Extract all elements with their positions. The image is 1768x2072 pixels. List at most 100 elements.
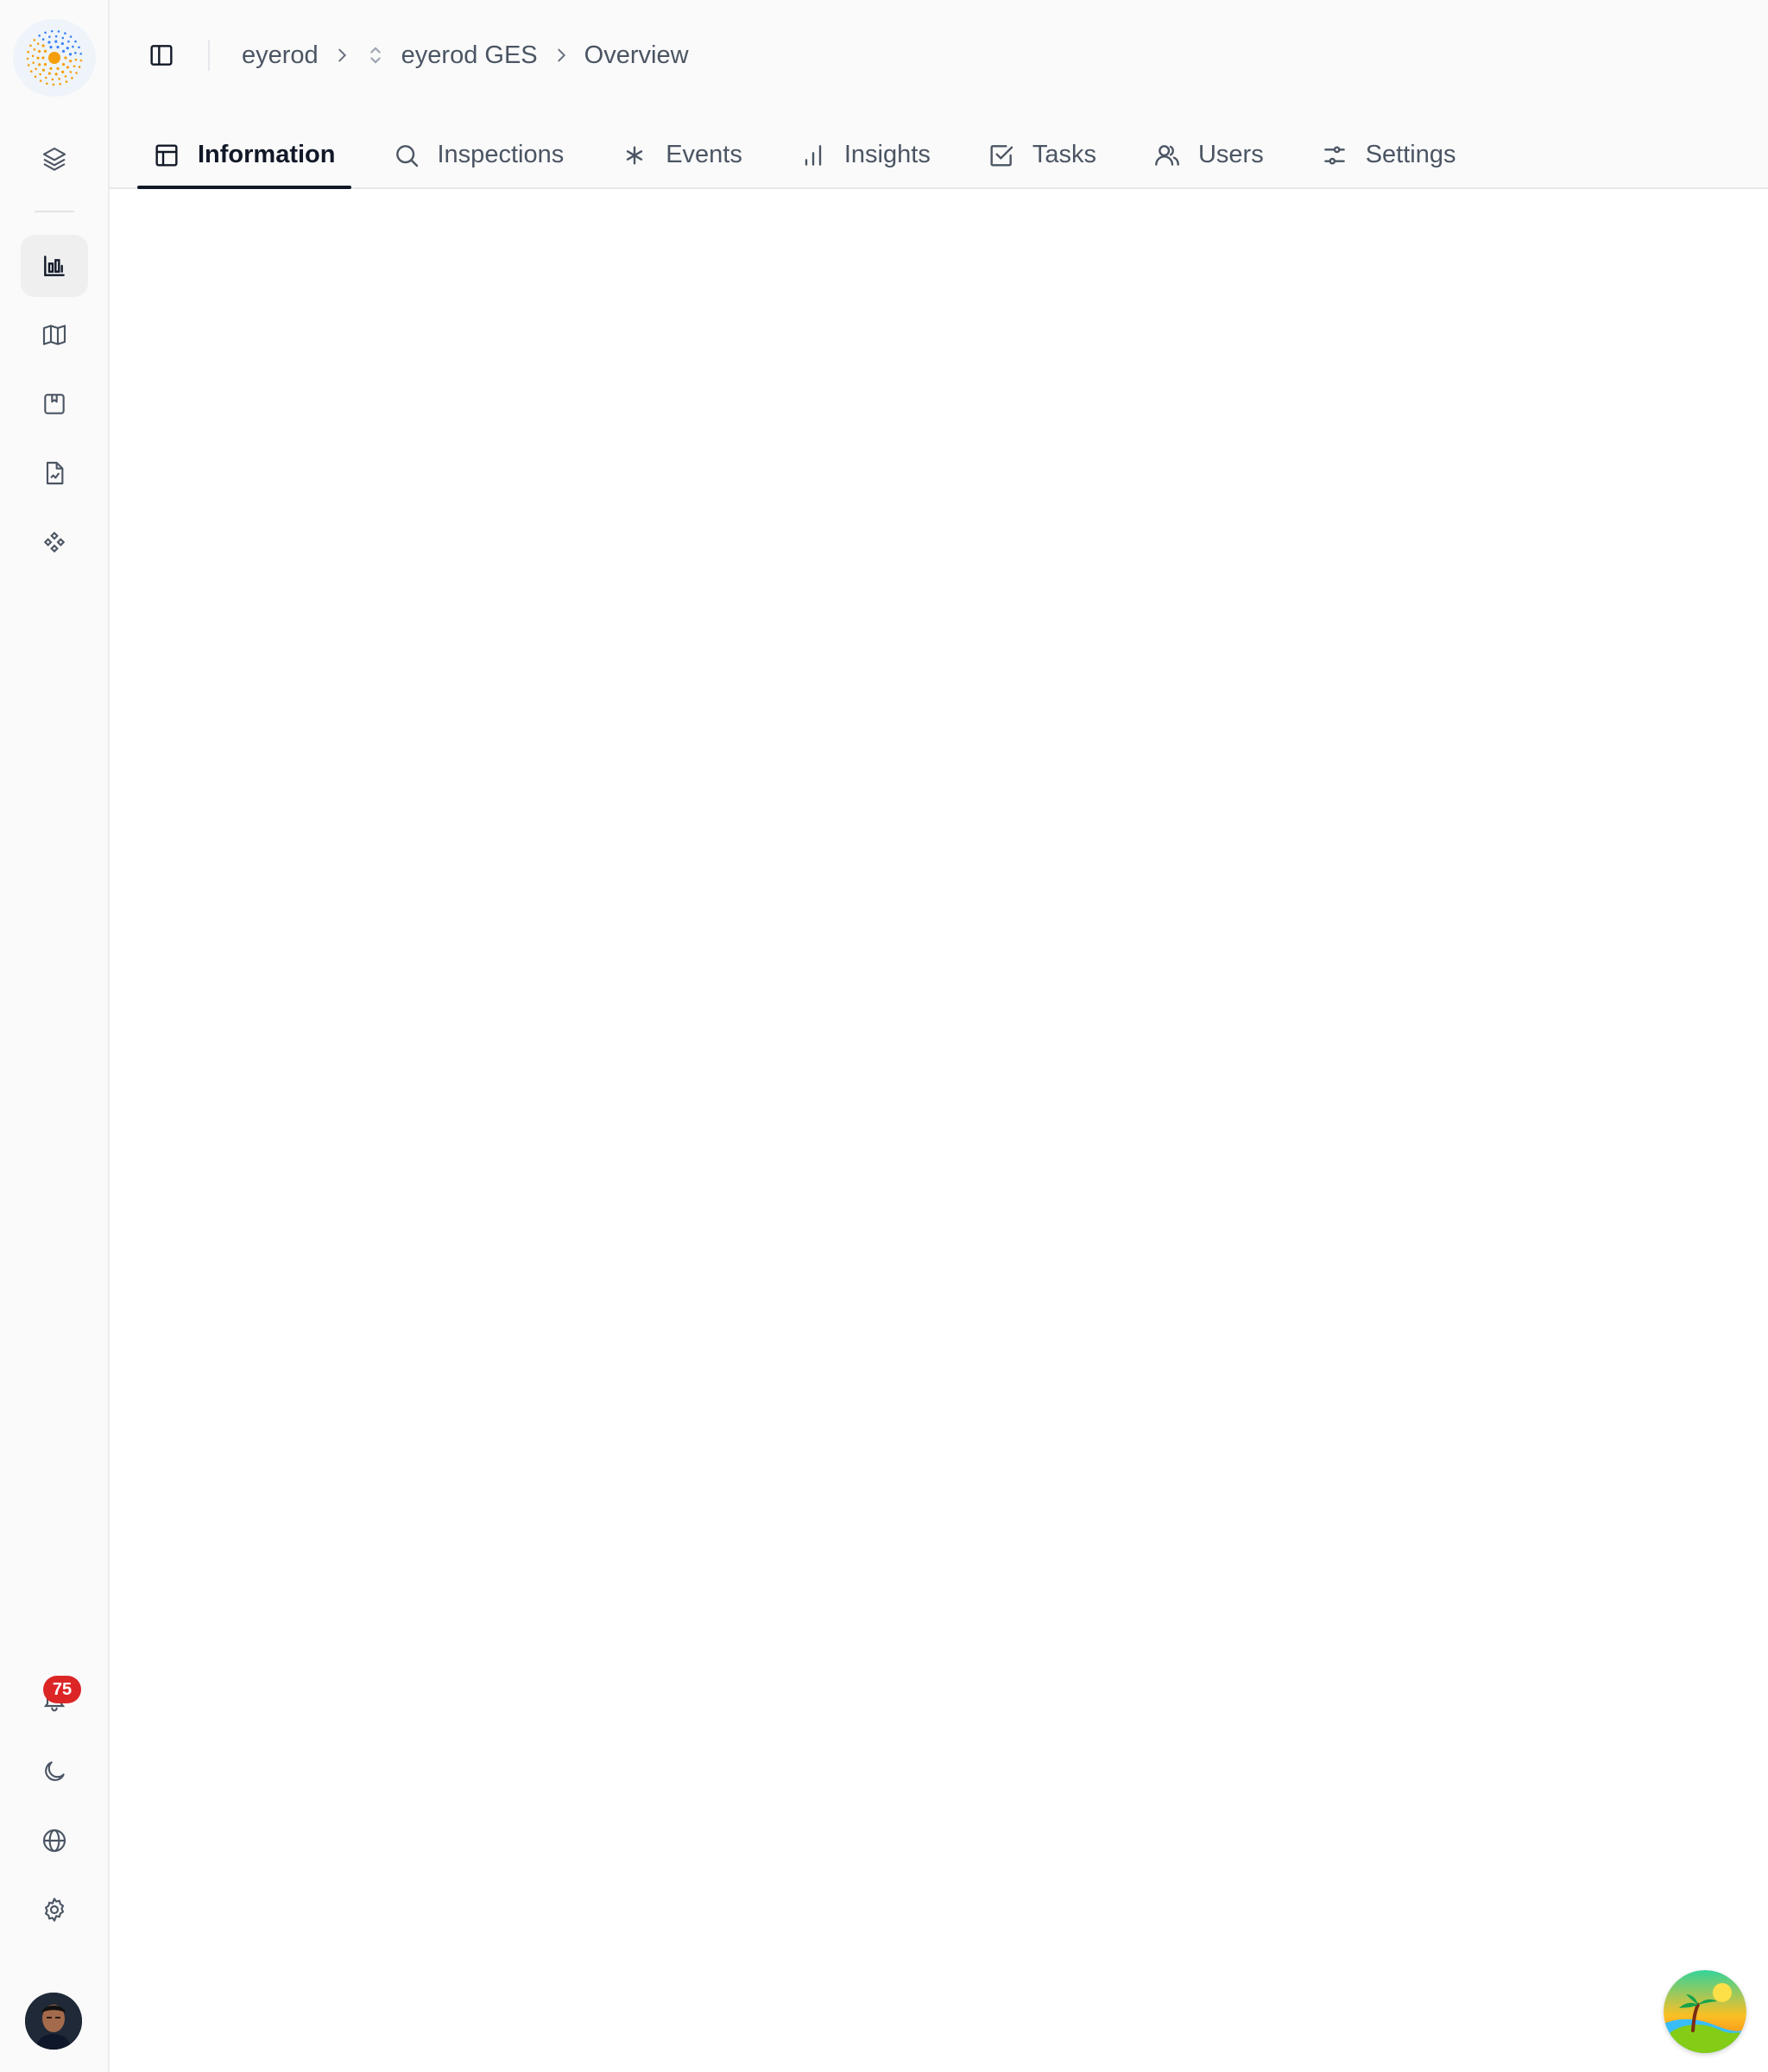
sliders-icon bbox=[1323, 145, 1345, 165]
breadcrumb-site-link[interactable]: eyerod GES bbox=[398, 41, 541, 70]
tab-events[interactable]: Events bbox=[605, 121, 758, 189]
logo-dot bbox=[74, 40, 77, 43]
tab-information[interactable]: Information bbox=[137, 121, 351, 189]
logo-dot bbox=[37, 49, 41, 54]
tab-inspections[interactable]: Inspections bbox=[377, 121, 580, 189]
logo-dot bbox=[50, 29, 54, 33]
logo-dot bbox=[34, 75, 37, 79]
rail-theme-button[interactable] bbox=[21, 1740, 88, 1803]
rail-reports-button[interactable] bbox=[21, 373, 88, 435]
logo-dot bbox=[31, 54, 35, 58]
logo-dot bbox=[26, 57, 29, 60]
signal-bars-icon bbox=[805, 144, 822, 166]
logo-dot bbox=[49, 66, 53, 70]
brand-logo[interactable] bbox=[13, 19, 96, 97]
assistant-fab-button[interactable] bbox=[1664, 1970, 1746, 2053]
map-icon bbox=[42, 325, 66, 345]
chevron-right-icon bbox=[322, 46, 362, 65]
logo-dot bbox=[64, 32, 66, 35]
tab-bar: Information Inspections Events Insights bbox=[137, 121, 1498, 189]
rail-language-button[interactable] bbox=[21, 1810, 88, 1872]
bookmark-box-icon bbox=[44, 394, 65, 414]
logo-dot bbox=[38, 35, 41, 37]
logo-dot bbox=[66, 66, 70, 69]
logo-dot bbox=[27, 64, 30, 66]
logo-dot bbox=[36, 42, 40, 45]
logo-dot bbox=[54, 40, 58, 43]
logo-dot bbox=[79, 52, 82, 55]
avatar-image bbox=[25, 1993, 82, 2050]
tab-label: Users bbox=[1197, 141, 1264, 168]
logo-dot bbox=[35, 67, 37, 71]
logo-dot bbox=[54, 35, 58, 38]
logo-dot bbox=[51, 78, 54, 81]
logo-dot bbox=[60, 41, 64, 46]
logo-dot bbox=[61, 49, 66, 53]
panel-left-icon bbox=[150, 45, 173, 66]
tab-label: Settings bbox=[1365, 141, 1456, 168]
rail-layers-button[interactable] bbox=[21, 128, 88, 190]
logo-dot bbox=[39, 79, 42, 82]
breadcrumb-org-link[interactable]: eyerod bbox=[238, 41, 322, 70]
checkbox-icon bbox=[990, 144, 1013, 167]
rail-settings-button[interactable] bbox=[21, 1879, 88, 1941]
logo-dot bbox=[75, 72, 78, 74]
bar-chart-icon bbox=[44, 256, 65, 276]
logo-dot bbox=[32, 61, 35, 64]
logo-dot bbox=[48, 35, 51, 38]
logo-dot bbox=[43, 49, 47, 53]
rail-dashboard-button[interactable] bbox=[21, 235, 88, 297]
logo-dot bbox=[49, 46, 53, 49]
tab-label: Information bbox=[198, 141, 336, 168]
logo-dot bbox=[29, 44, 32, 47]
search-icon bbox=[395, 144, 418, 167]
logo-dot bbox=[27, 50, 30, 54]
logo-dot bbox=[44, 76, 47, 79]
user-avatar[interactable] bbox=[25, 1993, 82, 2050]
chevron-right-icon bbox=[541, 46, 581, 65]
tab-users[interactable]: Users bbox=[1138, 121, 1279, 189]
tab-label: Inspections bbox=[437, 141, 565, 168]
tab-label: Insights bbox=[843, 141, 931, 168]
sidebar-toggle-button[interactable] bbox=[148, 38, 175, 73]
logo-dot bbox=[69, 60, 73, 63]
logo-dot bbox=[45, 82, 48, 85]
logo-dot bbox=[64, 56, 67, 60]
logo-dot bbox=[69, 71, 73, 73]
logo-dot bbox=[47, 72, 51, 75]
tab-insights[interactable]: Insights bbox=[784, 121, 946, 189]
tab-label: Tasks bbox=[1032, 141, 1096, 168]
logo-dot bbox=[71, 77, 73, 79]
breadcrumb-current-page: Overview bbox=[584, 41, 689, 69]
logo-dot bbox=[44, 31, 47, 35]
logo-dot bbox=[41, 56, 45, 60]
tab-settings[interactable]: Settings bbox=[1305, 121, 1472, 189]
logo-dot bbox=[61, 36, 65, 40]
logo-dot bbox=[36, 56, 40, 60]
logo-dot bbox=[43, 63, 47, 66]
logo-dot bbox=[41, 68, 46, 72]
logo-dot bbox=[57, 30, 60, 33]
users-icon bbox=[1155, 144, 1179, 166]
rail-analytics-button[interactable] bbox=[21, 442, 88, 504]
logo-dot bbox=[65, 80, 68, 83]
logo-dot bbox=[61, 63, 66, 66]
logo-dot bbox=[52, 83, 55, 86]
top-bar: eyerod eyerod GES Overview Information I… bbox=[110, 0, 1768, 189]
logo-dot bbox=[68, 53, 73, 56]
logo-dot bbox=[47, 41, 51, 44]
tab-tasks[interactable]: Tasks bbox=[972, 121, 1112, 189]
logo-dot bbox=[59, 82, 61, 85]
logo-dot bbox=[78, 46, 80, 49]
toolbar-divider bbox=[208, 40, 210, 71]
rail-integrations-button[interactable] bbox=[21, 511, 88, 573]
layout-icon bbox=[155, 143, 178, 167]
logo-dot bbox=[58, 78, 60, 80]
logo-dot bbox=[56, 66, 60, 70]
logo-dot bbox=[39, 73, 41, 76]
chevron-up-down-icon[interactable] bbox=[362, 43, 389, 67]
tab-label: Events bbox=[666, 141, 742, 168]
logo-dot bbox=[69, 35, 73, 38]
logo-dot bbox=[79, 59, 83, 62]
rail-map-button[interactable] bbox=[21, 304, 88, 366]
